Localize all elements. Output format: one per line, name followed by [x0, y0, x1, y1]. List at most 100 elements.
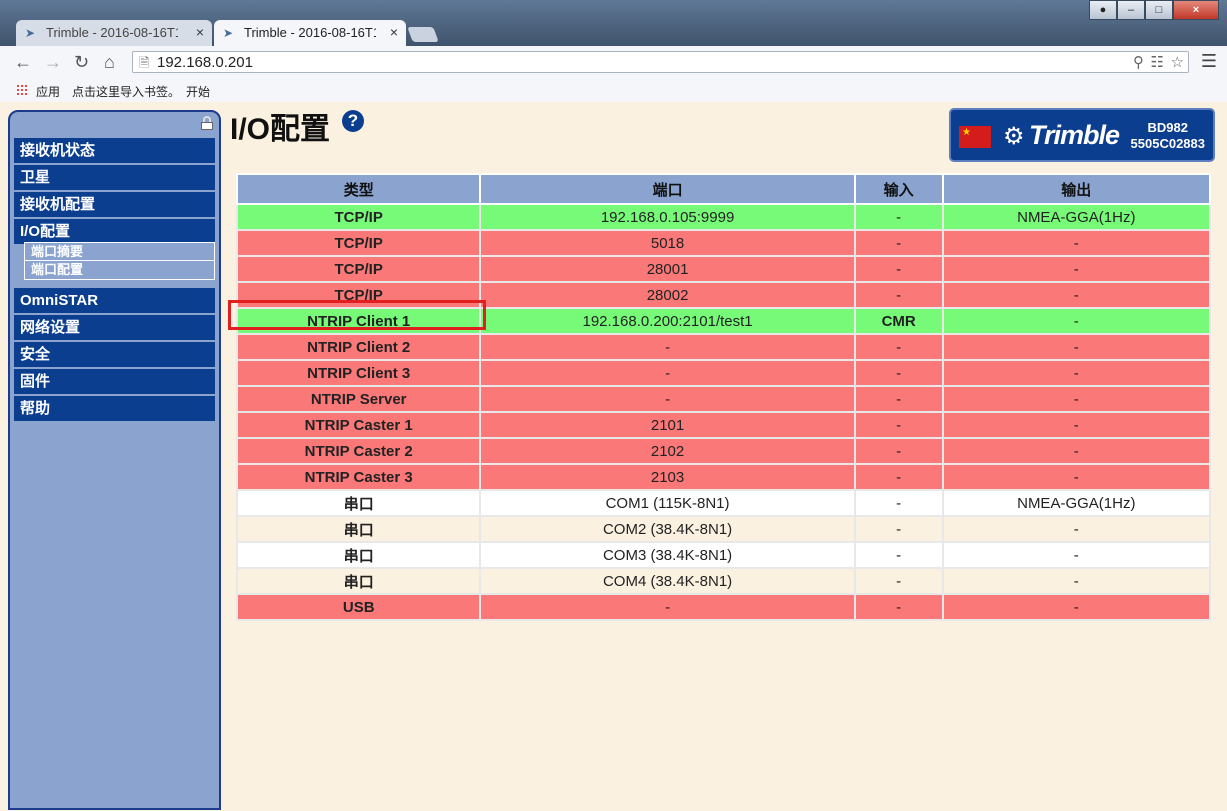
cell-input: CMR: [853, 307, 944, 335]
tab-close-icon[interactable]: ×: [390, 24, 398, 40]
table-row[interactable]: TCP/IP 28002- -: [235, 281, 1212, 309]
cell-input: -: [853, 567, 944, 595]
cell-port: -: [479, 593, 856, 621]
trimble-favicon-icon: ➤: [223, 26, 234, 40]
brand-name: Trimble: [1029, 120, 1120, 150]
table-row[interactable]: TCP/IP 28001- -: [235, 255, 1212, 283]
browser-toolbar: ← → ↻ ⌂ 🗎 192.168.0.201 ⚲ ☷ ☆ ☰: [0, 46, 1227, 78]
sidebar-item-help[interactable]: 帮助: [14, 396, 215, 421]
tab-title: Trimble - 2016-08-16T1: [46, 25, 178, 40]
sidebar-item-firmware[interactable]: 固件: [14, 369, 215, 394]
table-row[interactable]: NTRIP Client 1 192.168.0.200:2101/test1 CM…: [235, 307, 1212, 335]
cell-type[interactable]: USB: [235, 593, 482, 621]
table-row[interactable]: NTRIP Caster 2 2102- -: [235, 437, 1212, 465]
maximize-button[interactable]: □: [1145, 0, 1173, 20]
window-controls: ● – □ ×: [1089, 0, 1219, 20]
table-header-row: 类型 端口 输入 输出: [235, 173, 1212, 205]
home-icon[interactable]: ⌂: [104, 52, 115, 73]
cell-type[interactable]: 串口: [235, 515, 482, 543]
device-model: BD982: [1147, 120, 1188, 135]
cell-port: -: [479, 333, 856, 361]
table-row[interactable]: NTRIP Caster 1 2101- -: [235, 411, 1212, 439]
cell-type[interactable]: NTRIP Client 1: [235, 307, 482, 335]
lock-icon[interactable]: [201, 116, 213, 130]
cell-output: -: [941, 255, 1212, 283]
table-row[interactable]: NTRIP Server - - -: [235, 385, 1212, 413]
sidebar-item-network[interactable]: 网络设置: [14, 315, 215, 340]
table-row[interactable]: NTRIP Client 3---: [235, 359, 1212, 387]
sidebar-subitem-port-summary[interactable]: 端口摘要: [25, 243, 214, 261]
user-icon[interactable]: ●: [1089, 0, 1117, 20]
cell-type[interactable]: NTRIP Caster 1: [235, 411, 482, 439]
menu-icon[interactable]: ☰: [1201, 51, 1217, 72]
cell-type[interactable]: TCP/IP: [235, 281, 482, 309]
cell-input: -: [853, 359, 944, 387]
cell-input: -: [853, 229, 944, 257]
sidebar-subitem-port-config[interactable]: 端口配置: [25, 261, 214, 279]
browser-tab-2[interactable]: ➤ Trimble - 2016-08-16T1 ×: [214, 20, 406, 46]
table-row[interactable]: NTRIP Client 2---: [235, 333, 1212, 361]
new-tab-button[interactable]: [407, 27, 439, 42]
cell-output: -: [941, 359, 1212, 387]
column-header-type: 类型: [235, 173, 482, 205]
sidebar-item-receiver-config[interactable]: 接收机配置: [14, 192, 215, 217]
address-bar[interactable]: 🗎 192.168.0.201 ⚲ ☷ ☆: [132, 51, 1189, 73]
bookmark-import[interactable]: 点击这里导入书签。: [72, 83, 180, 100]
cell-port: 2101: [479, 411, 856, 439]
table-row[interactable]: 串口 COM4 (38.4K-8N1) - -: [235, 567, 1212, 595]
cell-port: 2102: [479, 437, 856, 465]
cell-output: -: [941, 411, 1212, 439]
cell-input: -: [853, 541, 944, 569]
table-row[interactable]: 串口 COM1 (115K-8N1) - NMEA-GGA(1Hz): [235, 489, 1212, 517]
cell-type[interactable]: NTRIP Client 2: [235, 333, 482, 361]
cell-type[interactable]: NTRIP Server: [235, 385, 482, 413]
cell-type[interactable]: 串口: [235, 489, 482, 517]
star-icon[interactable]: ☆: [1171, 53, 1184, 71]
cell-type[interactable]: TCP/IP: [235, 255, 482, 283]
browser-tab-1[interactable]: ➤ Trimble - 2016-08-16T1 ×: [16, 20, 212, 46]
window-close-button[interactable]: ×: [1173, 0, 1219, 20]
cell-output: -: [941, 307, 1212, 335]
tab-close-icon[interactable]: ×: [196, 24, 204, 40]
cell-port: 192.168.0.200:2101/test1: [479, 307, 856, 335]
bookmark-apps[interactable]: 应用: [36, 83, 60, 100]
table-row[interactable]: TCP/IP 192.168.0.105:9999- NMEA-GGA(1Hz): [235, 203, 1212, 231]
table-row[interactable]: USB - - -: [235, 593, 1212, 621]
cell-output: -: [941, 593, 1212, 621]
cell-type[interactable]: NTRIP Caster 3: [235, 463, 482, 491]
back-arrow-icon[interactable]: ←: [14, 52, 32, 73]
cell-output: -: [941, 463, 1212, 491]
reload-icon[interactable]: ↻: [74, 52, 89, 73]
cell-port: 2103: [479, 463, 856, 491]
translate-icon[interactable]: ☷: [1151, 53, 1164, 71]
sidebar-item-omnistar[interactable]: OmniSTAR: [14, 288, 215, 313]
cell-type[interactable]: NTRIP Caster 2: [235, 437, 482, 465]
trimble-favicon-icon: ➤: [25, 26, 36, 40]
table-row[interactable]: TCP/IP 5018- -: [235, 229, 1212, 257]
cell-type[interactable]: TCP/IP: [235, 203, 482, 231]
sidebar-item-receiver-status[interactable]: 接收机状态: [14, 138, 215, 163]
help-icon[interactable]: ?: [342, 110, 364, 132]
forward-arrow-icon[interactable]: →: [44, 52, 62, 73]
cell-output: -: [941, 541, 1212, 569]
bookmark-start[interactable]: 开始: [186, 83, 210, 100]
cell-type[interactable]: 串口: [235, 541, 482, 569]
apps-grid-icon[interactable]: [16, 84, 28, 96]
cell-output: -: [941, 385, 1212, 413]
table-row[interactable]: 串口 COM2 (38.4K-8N1) - -: [235, 515, 1212, 543]
sidebar-item-satellites[interactable]: 卫星: [14, 165, 215, 190]
browser-titlebar: ➤ Trimble - 2016-08-16T1 × ➤ Trimble - 2…: [0, 0, 1227, 46]
cell-type[interactable]: NTRIP Client 3: [235, 359, 482, 387]
cell-type[interactable]: TCP/IP: [235, 229, 482, 257]
sidebar-item-io-config[interactable]: I/O配置: [14, 219, 215, 244]
page-icon: 🗎: [139, 55, 150, 70]
sidebar-item-security[interactable]: 安全: [14, 342, 215, 367]
table-row[interactable]: NTRIP Caster 3 2103- -: [235, 463, 1212, 491]
url-text[interactable]: 192.168.0.201: [157, 54, 253, 71]
cell-type[interactable]: 串口: [235, 567, 482, 595]
cell-port: 5018: [479, 229, 856, 257]
china-flag-icon: ★: [959, 126, 991, 148]
table-row[interactable]: 串口 COM3 (38.4K-8N1) - -: [235, 541, 1212, 569]
key-icon[interactable]: ⚲: [1133, 53, 1144, 71]
minimize-button[interactable]: –: [1117, 0, 1145, 20]
